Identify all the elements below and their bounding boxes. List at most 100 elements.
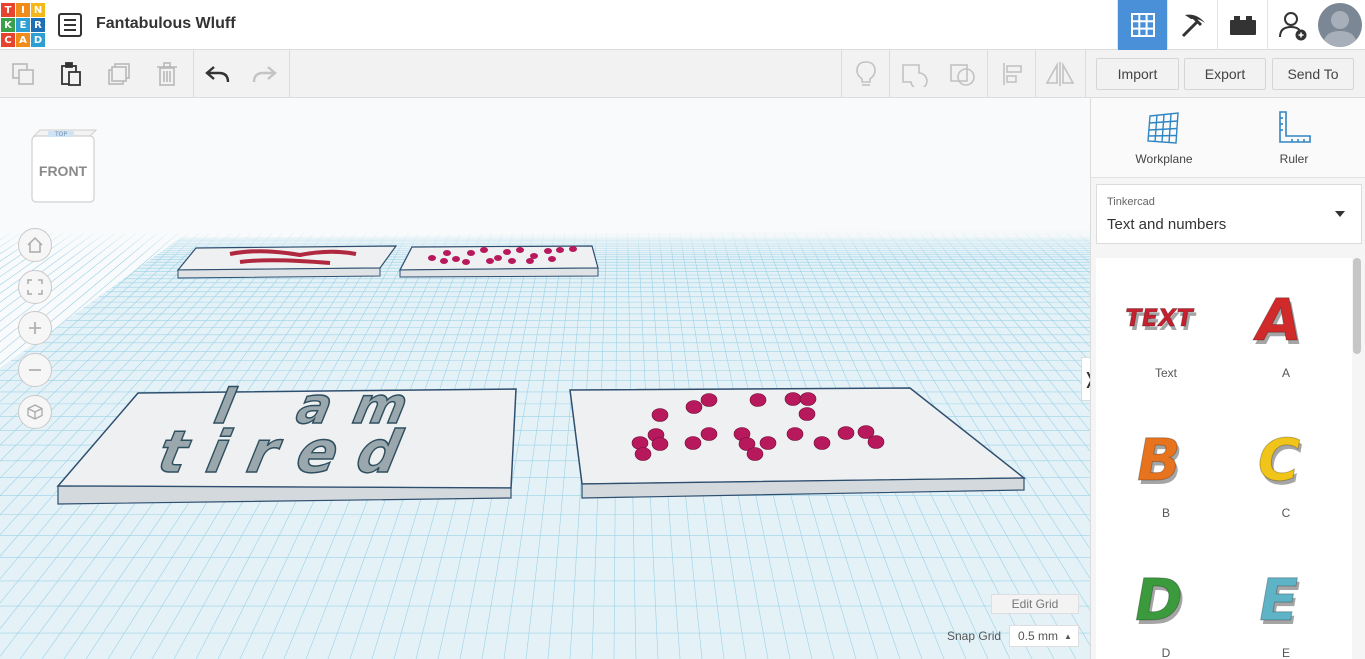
shape-tile-b[interactable]: BBB [1111,418,1221,520]
braille-dot-far[interactable] [467,250,475,256]
braille-dot[interactable] [634,447,652,461]
braille-dot[interactable] [786,427,804,441]
braille-dot[interactable] [813,436,831,450]
logo-letter: D [31,33,45,47]
braille-dot-far[interactable] [486,258,494,264]
braille-dot-far[interactable] [544,248,552,254]
shape-tile-e[interactable]: EEE [1231,558,1341,659]
zoom-out-button[interactable] [18,353,52,387]
redo-icon [252,66,277,83]
shape-tile-d[interactable]: DDD [1111,558,1221,659]
perspective-button[interactable] [18,395,52,429]
shape-label: B [1161,506,1170,520]
workplane-scene[interactable]: I am tired [0,98,1090,659]
viewcube-front-label[interactable]: FRONT [39,163,88,179]
shape-library-select[interactable]: Tinkercad Text and numbers [1096,184,1362,244]
shapes-scrollbar[interactable] [1353,258,1361,354]
viewcube-top-label[interactable]: TOP [54,131,67,138]
braille-dot-far[interactable] [462,259,470,265]
perspective-icon [27,404,43,420]
export-button[interactable]: Export [1184,58,1266,90]
delete-button[interactable] [144,50,190,98]
top-header: TIN KER CAD Fantabulous Wluff [0,0,1365,50]
snap-grid-label: Snap Grid [947,629,1002,643]
shape-label: E [1281,646,1290,659]
braille-dot-far[interactable] [548,256,556,262]
braille-dot[interactable] [684,436,702,450]
undo-icon [205,66,230,83]
bricks-view-button[interactable] [1217,0,1267,50]
group-icon [902,64,928,87]
build-view-button[interactable] [1167,0,1217,50]
braille-dot[interactable] [837,426,855,440]
braille-dot[interactable] [799,392,817,406]
braille-dot-far[interactable] [503,249,511,255]
design-list-icon[interactable] [58,13,82,37]
braille-dot-far[interactable] [452,256,460,262]
ruler-tool[interactable]: Ruler [1254,110,1334,166]
shapes-panel: Workplane Ruler Tinkercad Text and numbe… [1090,98,1365,659]
undo-button[interactable] [195,50,241,98]
logo-letter: N [31,3,45,17]
copy-button[interactable] [0,50,46,98]
braille-dot[interactable] [651,437,669,451]
braille-dot-far[interactable] [530,253,538,259]
far-plate-right[interactable] [399,245,599,278]
braille-dot[interactable] [746,447,764,461]
braille-dot[interactable] [651,408,669,422]
braille-dot-far[interactable] [428,255,436,261]
braille-dot-far[interactable] [494,255,502,261]
braille-dot[interactable] [749,393,767,407]
edit-grid-button[interactable]: Edit Grid [991,594,1079,614]
duplicate-button[interactable] [96,50,142,98]
workplane-tool[interactable]: Workplane [1124,110,1204,166]
send-to-button[interactable]: Send To [1272,58,1354,90]
braille-dot[interactable] [700,393,718,407]
view-cube[interactable]: TOP FRONT [30,128,98,206]
braille-dot[interactable] [784,392,802,406]
notes-button[interactable] [843,50,889,98]
3d-viewport[interactable]: I am tired TOP FRONT Edit Grid Snap Grid… [0,98,1090,659]
paste-button[interactable] [48,50,94,98]
shape-tile-text[interactable]: TEXT TEXT Text [1111,278,1221,380]
braille-dot-far[interactable] [516,247,524,253]
grid-view-button[interactable] [1117,0,1167,50]
ungroup-button[interactable] [939,50,985,98]
align-button[interactable] [989,50,1035,98]
logo-letter: T [1,3,15,17]
braille-dot-far[interactable] [443,250,451,256]
import-button[interactable]: Import [1096,58,1179,90]
group-button[interactable] [891,50,937,98]
braille-dot[interactable] [867,435,885,449]
user-avatar[interactable] [1318,3,1362,47]
redo-button[interactable] [241,50,287,98]
braille-dot-far[interactable] [556,247,564,253]
snap-grid-select[interactable]: 0.5 mm ▲ [1009,625,1079,647]
tinkercad-logo[interactable]: TIN KER CAD [0,2,46,48]
shape-label: A [1281,366,1290,380]
shape-tile-c[interactable]: CCC [1231,418,1341,520]
braille-dot-far[interactable] [440,258,448,264]
duplicate-icon [108,63,130,85]
add-user-button[interactable] [1267,0,1317,50]
lightbulb-icon [856,61,876,86]
zoom-in-button[interactable] [18,311,52,345]
zoom-in-icon [29,322,41,334]
shape-c-icon: CC [1251,426,1308,498]
shape-tile-a[interactable]: AAA [1231,278,1341,380]
braille-dot-far[interactable] [526,258,534,264]
far-plate-left[interactable] [176,245,398,279]
braille-dot[interactable] [759,436,777,450]
braille-dot[interactable] [798,407,816,421]
braille-dot-far[interactable] [569,246,577,252]
braille-dot[interactable] [685,400,703,414]
braille-dot-far[interactable] [480,247,488,253]
mirror-button[interactable] [1037,50,1083,98]
braille-dot[interactable] [700,427,718,441]
fit-view-button[interactable] [18,270,52,304]
logo-letter: I [16,3,30,17]
braille-dot-far[interactable] [508,258,516,264]
design-title[interactable]: Fantabulous Wluff [96,15,236,33]
ruler-icon [1279,111,1311,143]
home-view-button[interactable] [18,228,52,262]
